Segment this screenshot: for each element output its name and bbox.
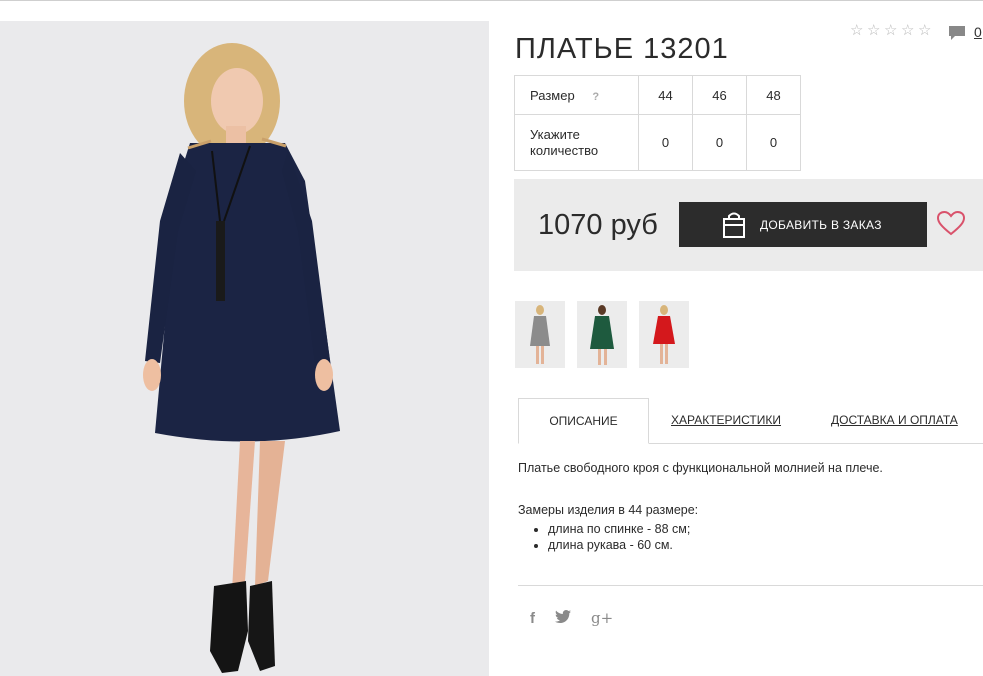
size-label-cell: Размер ?: [514, 75, 639, 115]
price-panel: 1070 руб ДОБАВИТЬ В ЗАКАЗ: [514, 179, 983, 271]
measures-title: Замеры изделия в 44 размере:: [518, 503, 699, 517]
product-tabs: ОПИСАНИЕ ХАРАКТЕРИСТИКИ ДОСТАВКА И ОПЛАТ…: [518, 398, 983, 444]
comments-count[interactable]: 0: [974, 24, 982, 40]
comment-icon[interactable]: [948, 25, 966, 46]
shopping-bag-icon: [721, 211, 747, 242]
twitter-icon[interactable]: [555, 609, 571, 627]
list-item: длина по спинке - 88 см;: [548, 521, 978, 537]
star-icon[interactable]: ☆: [867, 23, 882, 38]
measures-list: длина по спинке - 88 см; длина рукава - …: [518, 521, 978, 553]
thumbnail-red[interactable]: [639, 301, 689, 368]
thumbnail-grey[interactable]: [515, 301, 565, 368]
list-item: длина рукава - 60 см.: [548, 537, 978, 553]
star-icon[interactable]: ☆: [884, 23, 899, 38]
star-icon[interactable]: ☆: [918, 23, 933, 38]
qty-input-48[interactable]: 0: [746, 114, 801, 171]
thumbnail-green[interactable]: [577, 301, 627, 368]
tab-characteristics[interactable]: ХАРАКТЕРИСТИКИ: [671, 398, 781, 442]
rating-stars[interactable]: ☆ ☆ ☆ ☆ ☆: [850, 23, 933, 38]
top-divider: [0, 0, 983, 1]
qty-input-44[interactable]: 0: [638, 114, 693, 171]
social-share: f g+: [530, 609, 613, 627]
size-48: 48: [746, 75, 801, 115]
main-product-photo[interactable]: [0, 21, 489, 676]
description-panel: Платье свободного кроя с функциональной …: [518, 461, 978, 553]
heart-icon[interactable]: [936, 210, 966, 241]
description-text: Платье свободного кроя с функциональной …: [518, 461, 883, 475]
facebook-icon[interactable]: f: [530, 610, 535, 627]
product-title: ПЛАТЬЕ 13201: [515, 33, 729, 66]
size-help-icon[interactable]: ?: [592, 91, 599, 103]
model-illustration: [0, 21, 489, 676]
tab-delivery-payment[interactable]: ДОСТАВКА И ОПЛАТА: [831, 398, 958, 442]
size-44: 44: [638, 75, 693, 115]
qty-label-cell: Укажите количество: [514, 114, 639, 171]
divider: [518, 585, 983, 586]
tab-description[interactable]: ОПИСАНИЕ: [518, 398, 649, 444]
qty-label: Укажите количество: [530, 126, 599, 158]
add-to-order-button[interactable]: ДОБАВИТЬ В ЗАКАЗ: [679, 202, 927, 247]
add-to-order-label: ДОБАВИТЬ В ЗАКАЗ: [760, 218, 882, 232]
star-icon[interactable]: ☆: [850, 23, 865, 38]
star-icon[interactable]: ☆: [901, 23, 916, 38]
google-plus-icon[interactable]: g+: [591, 609, 613, 627]
color-thumbnails: [515, 301, 689, 368]
size-label: Размер: [530, 87, 575, 103]
size-46: 46: [692, 75, 747, 115]
price: 1070 руб: [538, 209, 658, 241]
qty-input-46[interactable]: 0: [692, 114, 747, 171]
size-table: Размер ? 44 46 48 Укажите количество 0 0…: [514, 75, 801, 171]
